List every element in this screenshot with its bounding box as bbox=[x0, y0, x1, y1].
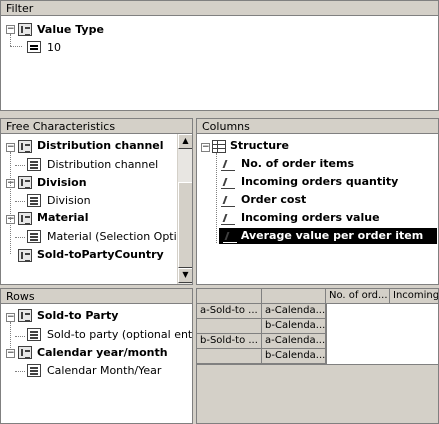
row-sold-to-party[interactable]: Sold-to Party bbox=[37, 308, 118, 324]
scroll-up-button[interactable]: ▲ bbox=[178, 134, 192, 149]
filter-value[interactable]: 10 bbox=[47, 40, 61, 56]
grid-header-incoming[interactable]: Incoming bbox=[390, 289, 438, 304]
equals-icon bbox=[27, 41, 41, 53]
sub-sold-to-party[interactable]: Sold-to party (optional entry) bbox=[47, 327, 192, 343]
sub-calendar-month-year[interactable]: Calendar Month/Year bbox=[47, 363, 161, 379]
attribute-icon bbox=[27, 328, 41, 341]
scroll-thumb[interactable] bbox=[178, 182, 192, 268]
characteristic-icon bbox=[18, 309, 32, 322]
rows-pane: Rows − Sold-to Party Sold-to party (opti… bbox=[0, 288, 193, 424]
char-division[interactable]: Division bbox=[37, 175, 87, 191]
attribute-icon bbox=[27, 230, 41, 243]
grid-row-header[interactable]: a-Calenda... bbox=[262, 304, 326, 319]
structure-root[interactable]: Structure bbox=[230, 138, 289, 154]
grid-row-header[interactable]: b-Calenda... bbox=[262, 319, 326, 334]
collapse-toggle[interactable]: − bbox=[6, 25, 15, 34]
columns-title: Columns bbox=[197, 119, 438, 134]
key-figure-average-value-selected[interactable]: Average value per order item bbox=[219, 228, 437, 244]
filter-pane-title: Filter bbox=[1, 1, 438, 16]
char-sold-to-party-country[interactable]: Sold-toPartyCountry bbox=[37, 247, 164, 263]
grid-row-header[interactable]: b-Calenda... bbox=[262, 349, 326, 364]
characteristic-icon bbox=[18, 23, 32, 36]
grid-header-blank bbox=[262, 289, 326, 304]
grid-row-header[interactable]: a-Calenda... bbox=[262, 334, 326, 349]
key-figure-incoming-orders-quantity[interactable]: Incoming orders quantity bbox=[241, 174, 398, 190]
key-figure-icon bbox=[221, 212, 235, 225]
grid-header-no-of-order-items[interactable]: No. of ord... bbox=[326, 289, 390, 304]
key-figure-icon bbox=[223, 230, 237, 243]
key-figure-icon bbox=[221, 158, 235, 171]
key-figure-icon bbox=[221, 176, 235, 189]
grid-empty-area bbox=[197, 364, 438, 423]
preview-grid: No. of ord... Incoming a-Sold-to ... a-C… bbox=[196, 288, 439, 424]
sub-division[interactable]: Division bbox=[47, 193, 91, 209]
key-figure-icon bbox=[221, 194, 235, 207]
attribute-icon bbox=[27, 364, 41, 377]
attribute-icon bbox=[27, 194, 41, 207]
collapse-toggle[interactable]: − bbox=[6, 313, 15, 322]
char-distribution-channel[interactable]: Distribution channel bbox=[37, 138, 164, 154]
char-material[interactable]: Material bbox=[37, 210, 88, 226]
collapse-toggle[interactable]: − bbox=[201, 143, 210, 152]
vertical-scrollbar[interactable]: ▲ ▼ bbox=[177, 134, 192, 284]
free-characteristics-title: Free Characteristics bbox=[1, 119, 192, 134]
collapse-toggle[interactable]: − bbox=[6, 143, 15, 152]
horizontal-splitter[interactable] bbox=[0, 111, 439, 118]
key-figure-incoming-orders-value[interactable]: Incoming orders value bbox=[241, 210, 380, 226]
characteristic-icon bbox=[18, 212, 32, 225]
row-calendar-year-month[interactable]: Calendar year/month bbox=[37, 345, 168, 361]
sub-material[interactable]: Material (Selection Options bbox=[47, 229, 192, 245]
collapse-toggle[interactable]: − bbox=[6, 349, 15, 358]
characteristic-icon bbox=[18, 249, 32, 262]
grid-data-area bbox=[326, 304, 438, 364]
sub-distribution-channel[interactable]: Distribution channel bbox=[47, 157, 158, 173]
attribute-icon bbox=[27, 158, 41, 171]
grid-row-header[interactable] bbox=[197, 319, 262, 334]
grid-row-header[interactable] bbox=[197, 349, 262, 364]
key-figure-order-cost[interactable]: Order cost bbox=[241, 192, 306, 208]
characteristic-icon bbox=[18, 346, 32, 359]
free-characteristics-pane: Free Characteristics − Distribution chan… bbox=[0, 118, 193, 285]
filter-item-value-type[interactable]: Value Type bbox=[37, 22, 104, 38]
scroll-down-button[interactable]: ▼ bbox=[178, 268, 192, 283]
grid-row-header[interactable]: b-Sold-to ... bbox=[197, 334, 262, 349]
columns-pane: Columns − Structure No. of order items I… bbox=[196, 118, 439, 285]
characteristic-icon bbox=[18, 176, 32, 189]
key-figure-no-of-order-items[interactable]: No. of order items bbox=[241, 156, 354, 172]
grid-row-header[interactable]: a-Sold-to ... bbox=[197, 304, 262, 319]
rows-title: Rows bbox=[1, 289, 192, 304]
grid-header-blank bbox=[197, 289, 262, 304]
filter-pane: Filter − Value Type 10 bbox=[0, 0, 439, 111]
structure-icon bbox=[212, 140, 226, 153]
characteristic-icon bbox=[18, 140, 32, 153]
